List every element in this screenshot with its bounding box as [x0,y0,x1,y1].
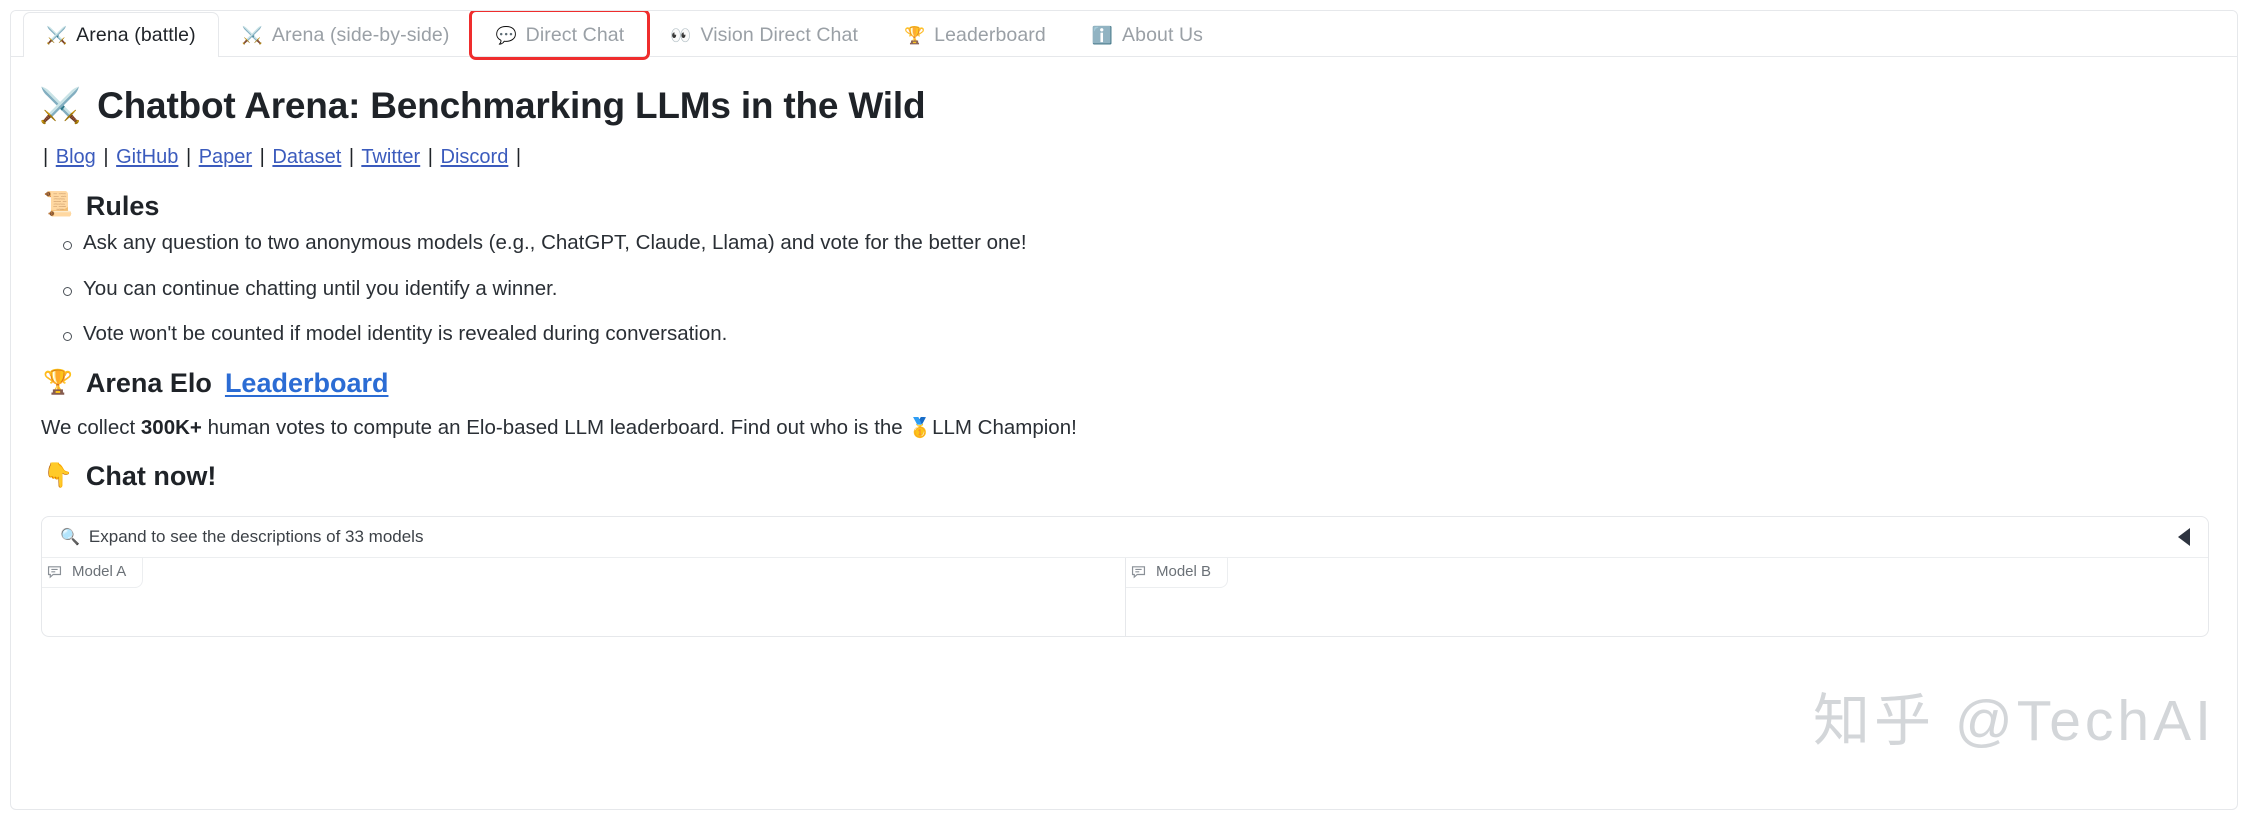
link-separator: | [427,145,433,168]
link-blog[interactable]: Blog [56,146,96,168]
tab-vision-direct-chat[interactable]: 👀 Vision Direct Chat [647,12,881,57]
elo-blurb-middle: human votes to compute an Elo-based LLM … [201,416,909,440]
link-discord[interactable]: Discord [441,146,509,168]
link-separator: | [185,145,192,168]
trophy-icon: 🏆 [43,368,73,396]
pointing-down-icon: 👇 [43,461,73,489]
model-b-label: Model B [1156,563,1212,581]
model-a-label-chip: Model A [42,558,144,589]
page-content: ⚔️ Chatbot Arena: Benchmarking LLMs in t… [11,57,2237,638]
arena-elo-heading: 🏆 Arena Elo Leaderboard [43,367,2209,399]
model-b-label-chip: Model B [1126,558,1229,589]
accordion-label: Expand to see the descriptions of 33 mod… [88,527,424,547]
list-item: Ask any question to two anonymous models… [39,230,2209,257]
tab-label: Direct Chat [525,23,625,46]
model-a-label: Model A [72,563,127,581]
link-twitter[interactable]: Twitter [361,146,420,168]
arena-elo-heading-text: Arena Elo [85,367,212,398]
speech-bubble-icon: 💬 [495,25,517,45]
tab-label: Arena (battle) [76,23,196,46]
trophy-icon: 🏆 [903,25,926,45]
crossed-swords-icon: ⚔️ [46,25,68,45]
chat-columns: Model A Model B [42,558,2208,637]
watermark: 知乎 @TechAI [1813,689,2215,753]
tab-arena-battle[interactable]: ⚔️ Arena (battle) [23,12,219,57]
chat-now-heading: 👇 Chat now! [43,460,2209,492]
chat-column-model-b: Model B [1125,558,2208,637]
elo-blurb-before: We collect [41,416,141,440]
gold-medal-icon: 🥇 [908,418,933,440]
list-item: You can continue chatting until you iden… [39,276,2209,303]
link-separator: | [515,145,522,168]
accordion-header[interactable]: 🔍 Expand to see the descriptions of 33 m… [42,517,2208,559]
link-separator: | [348,145,355,168]
elo-vote-count: 300K+ [140,416,202,440]
page-title-text: Chatbot Arena: Benchmarking LLMs in the … [97,85,926,126]
app-window: ⚔️ Arena (battle) ⚔️ Arena (side-by-side… [10,10,2238,810]
elo-blurb: We collect 300K+ human votes to compute … [41,415,2209,442]
tab-about-us[interactable]: ℹ️ About Us [1069,12,1226,57]
scroll-icon: 📜 [43,191,73,219]
tab-label: About Us [1122,23,1204,46]
crossed-swords-icon: ⚔️ [241,25,263,45]
link-separator: | [259,145,265,168]
list-item: Vote won't be counted if model identity … [39,321,2209,348]
link-github[interactable]: GitHub [116,146,178,168]
tab-direct-chat[interactable]: 💬 Direct Chat [469,11,651,60]
rules-heading: 📜 Rules [43,190,2209,222]
rules-list: Ask any question to two anonymous models… [39,230,2209,348]
link-separator: | [43,145,49,168]
tab-label: Vision Direct Chat [700,23,858,46]
page-title: ⚔️ Chatbot Arena: Benchmarking LLMs in t… [39,85,2209,128]
chat-bubble-icon [1130,563,1147,580]
link-leaderboard[interactable]: Leaderboard [225,367,389,399]
chat-bubble-icon [46,563,63,580]
tab-label: Arena (side-by-side) [271,23,450,46]
elo-blurb-after: LLM Champion! [932,416,1077,440]
chat-column-model-a: Model A [42,558,1125,636]
tab-arena-side-by-side[interactable]: ⚔️ Arena (side-by-side) [219,12,473,57]
rules-heading-text: Rules [85,190,160,221]
tab-label: Leaderboard [934,23,1046,46]
crossed-swords-icon: ⚔️ [39,86,82,125]
chat-now-heading-text: Chat now! [85,460,217,491]
model-descriptions-accordion: 🔍 Expand to see the descriptions of 33 m… [41,516,2209,638]
link-dataset[interactable]: Dataset [272,146,341,168]
collapse-triangle-icon[interactable] [2178,528,2190,547]
tab-bar: ⚔️ Arena (battle) ⚔️ Arena (side-by-side… [11,11,2237,60]
magnifying-glass-icon: 🔍 [60,529,80,547]
information-icon: ℹ️ [1091,25,1114,45]
links-row: | Blog | GitHub | Paper | Dataset | Twit… [41,142,2209,172]
link-separator: | [103,145,109,168]
link-paper[interactable]: Paper [199,146,252,168]
tab-leaderboard[interactable]: 🏆 Leaderboard [881,12,1069,57]
eyes-icon: 👀 [670,25,692,45]
